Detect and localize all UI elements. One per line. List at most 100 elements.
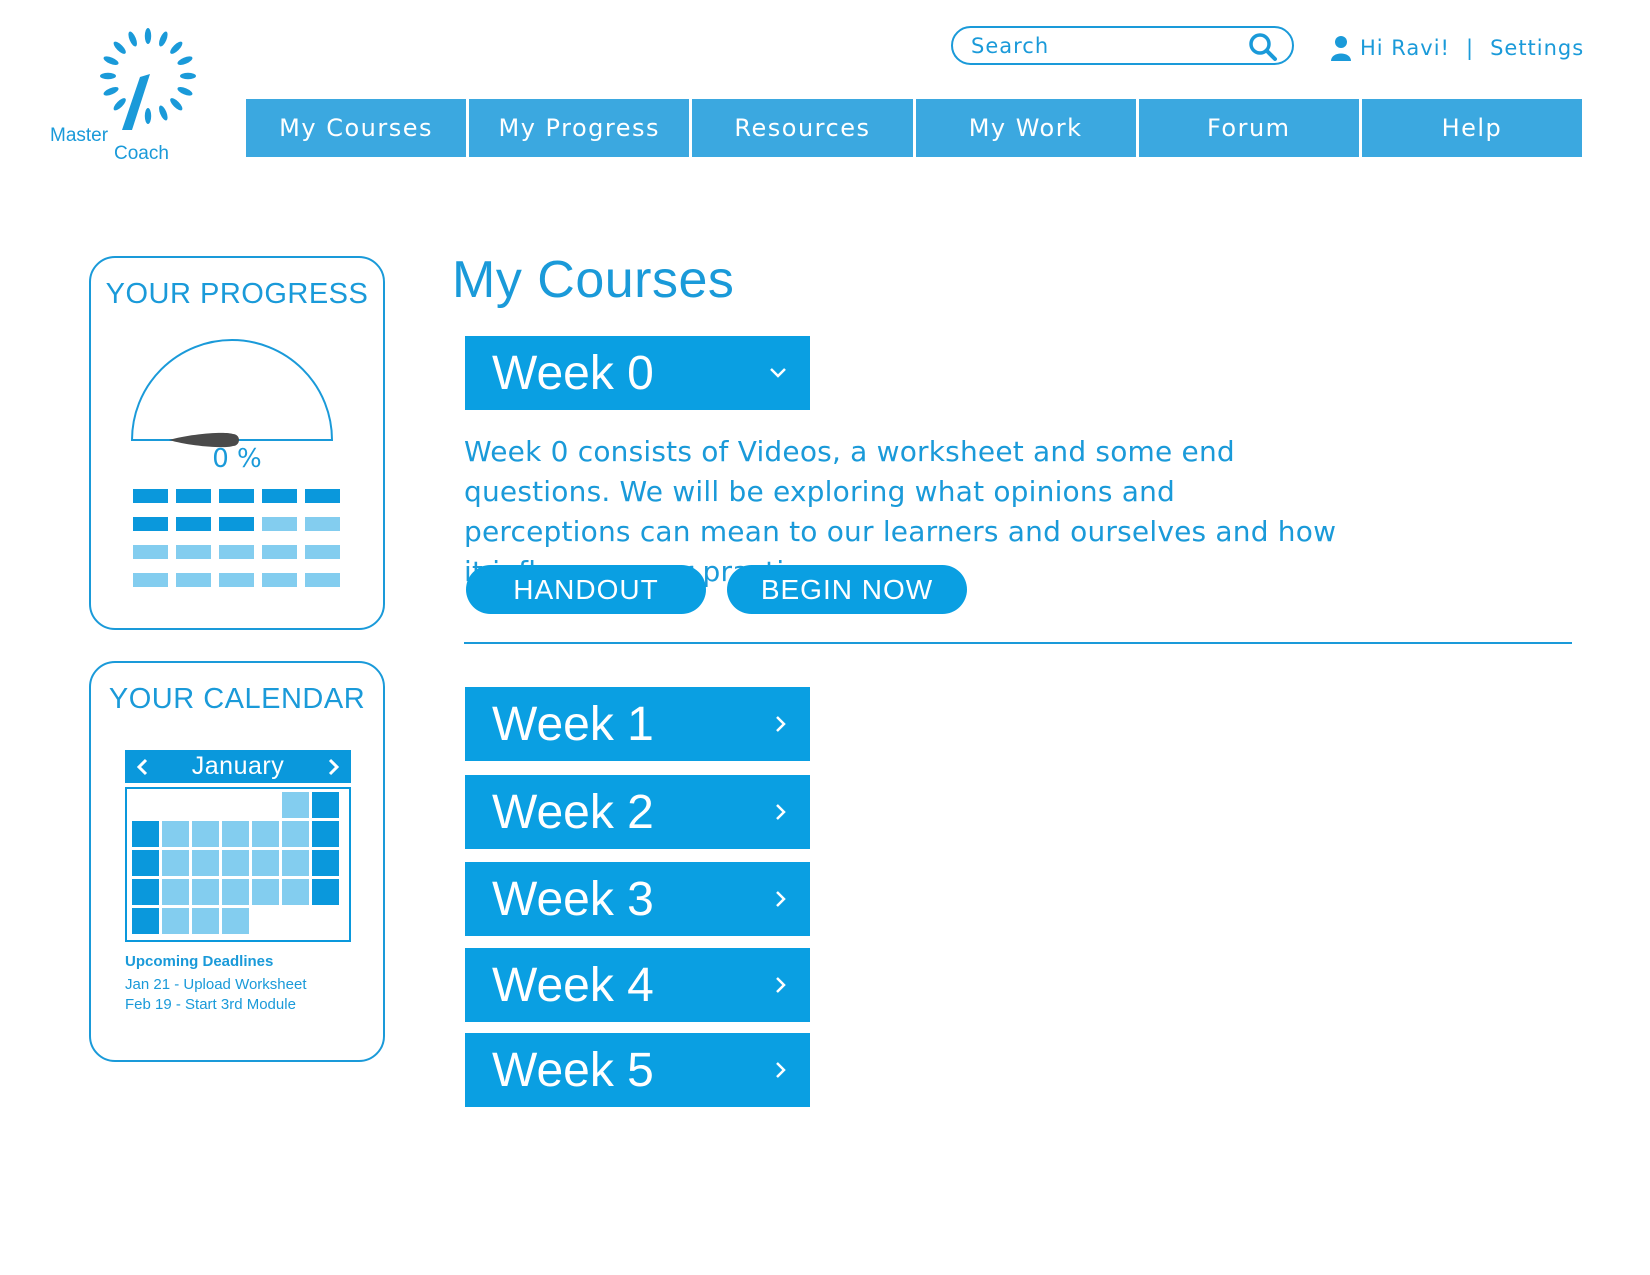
week-1-label: Week 1 [492,697,654,751]
week-1-button[interactable]: Week 1 [465,687,810,761]
week-5-label: Week 5 [492,1043,654,1097]
calendar-day[interactable] [192,879,219,905]
calendar-day[interactable] [192,821,219,847]
deadline-item: Feb 19 - Start 3rd Module [125,996,296,1013]
calendar-day[interactable] [312,792,339,818]
week-0-label: Week 0 [492,346,654,400]
calendar-day[interactable] [252,879,279,905]
progress-cell [262,573,297,587]
calendar-empty-cell [252,908,279,934]
progress-cell [133,489,168,503]
progress-cell [262,517,297,531]
calendar-header: January [125,750,351,783]
calendar-empty-cell [222,792,249,818]
week-3-button[interactable]: Week 3 [465,862,810,936]
settings-link[interactable]: Settings [1490,36,1584,60]
calendar-empty-cell [192,792,219,818]
progress-cell [305,545,340,559]
calendar-day[interactable] [282,792,309,818]
calendar-day[interactable] [132,879,159,905]
calendar-day[interactable] [132,908,159,934]
nav-item-resources[interactable]: Resources [692,99,916,157]
progress-cell [219,573,254,587]
calendar-day[interactable] [222,879,249,905]
calendar-day[interactable] [312,850,339,876]
calendar-day[interactable] [162,821,189,847]
calendar-empty-cell [312,908,339,934]
logo-text-master: Master [50,125,109,146]
week-3-label: Week 3 [492,872,654,926]
progress-percent: 0 % [212,444,262,474]
header-separator: | [1465,36,1475,60]
calendar-day[interactable] [162,879,189,905]
calendar-day[interactable] [282,879,309,905]
progress-cell [305,517,340,531]
progress-cell [262,545,297,559]
calendar-day[interactable] [162,850,189,876]
calendar-day[interactable] [132,850,159,876]
progress-grid-row [133,573,340,587]
begin-now-button[interactable]: BEGIN NOW [727,565,967,614]
calendar-day[interactable] [162,908,189,934]
search-icon[interactable] [1248,32,1278,62]
calendar-prev-button[interactable] [125,750,161,783]
calendar-day[interactable] [132,821,159,847]
user-greeting[interactable]: Hi Ravi! [1360,36,1450,60]
week-2-label: Week 2 [492,785,654,839]
chevron-right-icon [776,891,786,907]
calendar-day[interactable] [312,821,339,847]
progress-cell [262,489,297,503]
nav-item-my-courses[interactable]: My Courses [246,99,470,157]
week-0-accordion[interactable]: Week 0 [465,336,810,410]
week-2-button[interactable]: Week 2 [465,775,810,849]
calendar-day[interactable] [282,821,309,847]
calendar-card: YOUR CALENDAR January Upcoming Deadlines… [89,661,385,1062]
progress-cell [176,489,211,503]
handout-button[interactable]: HANDOUT [466,565,706,614]
progress-grid-row [133,489,340,503]
progress-cell [305,489,340,503]
deadlines-title: Upcoming Deadlines [125,953,274,970]
week-4-button[interactable]: Week 4 [465,948,810,1022]
calendar-day[interactable] [282,850,309,876]
calendar-day[interactable] [222,850,249,876]
chevron-down-icon [770,368,786,378]
progress-card-title: YOUR PROGRESS [105,278,369,310]
user-area: Hi Ravi! | Settings [1330,30,1584,66]
week-4-label: Week 4 [492,958,654,1012]
calendar-empty-cell [162,792,189,818]
calendar-month: January [191,752,285,780]
progress-cell [133,545,168,559]
nav-item-forum[interactable]: Forum [1139,99,1362,157]
progress-cell [219,517,254,531]
search-input[interactable] [969,32,1243,59]
calendar-day[interactable] [252,850,279,876]
chevron-right-icon [776,977,786,993]
calendar-day[interactable] [252,821,279,847]
logo-sunburst-icon [100,28,196,130]
nav-item-my-progress[interactable]: My Progress [469,99,693,157]
logo-text-coach: Coach [114,143,169,164]
progress-cell [133,573,168,587]
nav-item-my-work[interactable]: My Work [916,99,1139,157]
calendar-day[interactable] [192,908,219,934]
master-coach-logo[interactable]: Master Coach [48,22,208,164]
week-5-button[interactable]: Week 5 [465,1033,810,1107]
calendar-empty-cell [252,792,279,818]
progress-cell [219,489,254,503]
progress-cell [219,545,254,559]
calendar-day[interactable] [222,908,249,934]
calendar-next-button[interactable] [315,750,351,783]
progress-grid [133,489,340,601]
chevron-right-icon [776,716,786,732]
calendar-day[interactable] [222,821,249,847]
chevron-right-icon [776,1062,786,1078]
progress-cell [176,545,211,559]
chevron-right-icon [776,804,786,820]
progress-gauge [130,339,334,448]
calendar-day[interactable] [312,879,339,905]
progress-grid-row [133,517,340,531]
nav-item-help[interactable]: Help [1362,99,1582,157]
calendar-day[interactable] [192,850,219,876]
main-nav: My Courses My Progress Resources My Work… [246,99,1582,157]
